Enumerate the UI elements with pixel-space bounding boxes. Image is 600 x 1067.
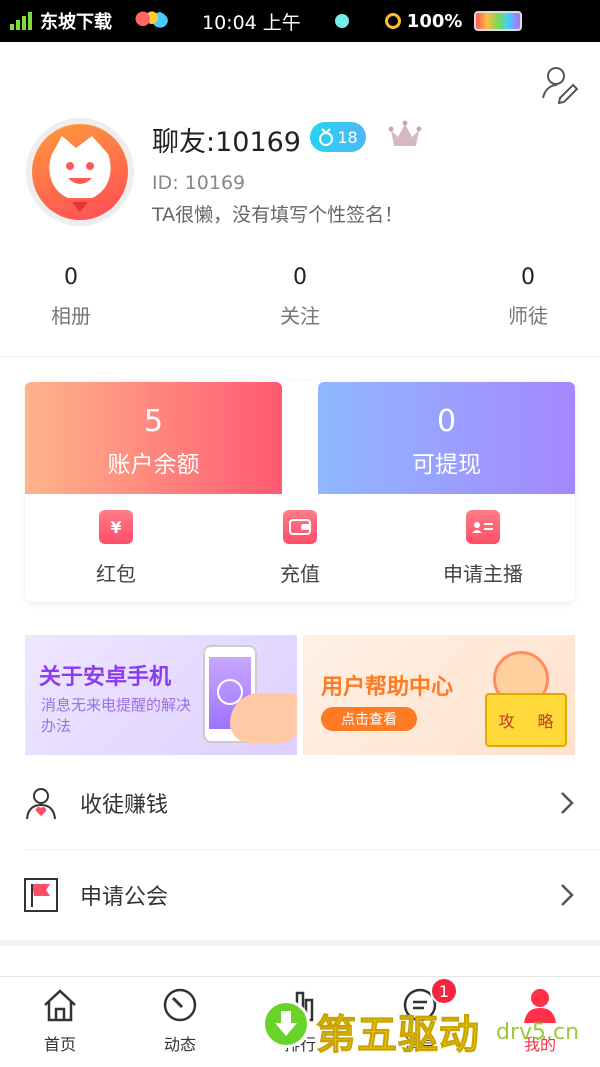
menu-label: 申请公会 — [80, 885, 169, 910]
balance-card[interactable]: 5 账户余额 — [25, 382, 282, 494]
watermark: 第五驱动 drv5.cn — [262, 998, 592, 1059]
signature: TA很懒，没有填写个性签名！ — [152, 204, 404, 226]
nickname: 聊友:10169 — [152, 127, 301, 158]
guide-book-icon: 攻 略 — [485, 693, 567, 747]
clock: 10:04 上午 — [202, 11, 301, 34]
menu-item-guild[interactable]: 申请公会 — [0, 849, 600, 941]
banner-subtitle: 消息无来电提醒的解决办法 — [41, 696, 192, 735]
stat-value: 0 — [293, 265, 307, 290]
medal-icon — [319, 128, 334, 146]
action-label: 充值 — [280, 562, 320, 586]
dial-icon — [163, 988, 197, 1022]
withdraw-value: 0 — [436, 404, 457, 439]
hand-illustration-icon — [230, 693, 297, 743]
withdraw-card[interactable]: 0 可提现 — [318, 382, 575, 494]
android-tips-banner[interactable]: 关于安卓手机 消息无来电提醒的解决办法 — [25, 635, 297, 755]
menu-label: 收徒赚钱 — [80, 793, 169, 818]
wallet-icon — [283, 510, 317, 544]
profile-stats: 0 相册 0 关注 0 师徒 — [0, 265, 600, 345]
carrier-label: 东坡下载 — [40, 12, 112, 33]
balance-value: 5 — [143, 404, 164, 439]
help-center-banner[interactable]: 用户帮助中心 点击查看 攻 略 — [303, 635, 575, 755]
banner-title: 关于安卓手机 — [39, 665, 172, 690]
stat-label: 关注 — [280, 304, 320, 328]
tab-home[interactable]: 首页 — [0, 985, 120, 1055]
id-card-icon — [466, 510, 500, 544]
stat-following[interactable]: 0 关注 — [240, 265, 360, 329]
avatar[interactable] — [26, 118, 134, 226]
avatar-face-icon — [32, 124, 128, 220]
action-label: 红包 — [96, 562, 136, 586]
book-char: 略 — [537, 712, 554, 731]
red-envelope-icon: ¥ — [99, 510, 133, 544]
tab-label: 首页 — [43, 1035, 76, 1054]
withdraw-label: 可提现 — [412, 452, 481, 478]
tab-label: 动态 — [163, 1035, 196, 1054]
location-icon — [384, 13, 401, 29]
book-char: 攻 — [498, 712, 515, 731]
stat-label: 相册 — [51, 304, 91, 328]
battery-percent: 100% — [406, 10, 463, 32]
status-bar: 东坡下载 10:04 上午 100% — [0, 0, 600, 42]
notification-dot-icon — [334, 14, 349, 28]
menu-item-partial[interactable] — [0, 946, 600, 976]
menu-item-apprentice[interactable]: 收徒赚钱 — [0, 757, 600, 849]
banner-title: 用户帮助中心 — [321, 675, 454, 700]
battery-icon — [474, 11, 523, 31]
stat-value: 0 — [521, 265, 535, 290]
recharge-button[interactable]: 充值 — [225, 510, 375, 587]
chevron-right-icon — [561, 884, 574, 906]
balance-label: 账户余额 — [107, 452, 200, 478]
stat-albums[interactable]: 0 相册 — [11, 265, 131, 329]
action-label: 申请主播 — [443, 562, 523, 586]
stat-label: 师徒 — [508, 304, 548, 328]
user-id: ID: 10169 — [152, 172, 246, 194]
flag-icon — [24, 878, 58, 912]
wallet-card: 5 账户余额 0 可提现 ¥ 红包 充值 申请主播 — [25, 382, 575, 602]
signal-icon — [10, 12, 32, 30]
edit-profile-icon[interactable] — [540, 64, 580, 104]
divider — [0, 356, 600, 357]
watermark-text: 第五驱动 — [316, 1012, 480, 1059]
crown-icon[interactable] — [388, 120, 422, 150]
download-arrow-icon — [262, 1000, 310, 1048]
level-badge: 18 — [310, 122, 366, 152]
level-value: 18 — [337, 127, 358, 147]
view-button[interactable]: 点击查看 — [321, 707, 417, 731]
tab-feed[interactable]: 动态 — [120, 985, 240, 1055]
apply-anchor-button[interactable]: 申请主播 — [408, 510, 558, 587]
balloon-icon — [132, 10, 168, 32]
chevron-right-icon — [561, 792, 574, 814]
red-envelope-button[interactable]: ¥ 红包 — [41, 510, 191, 587]
apprentice-icon — [26, 788, 56, 820]
stat-mentorship[interactable]: 0 师徒 — [468, 265, 588, 329]
watermark-domain: drv5.cn — [496, 1020, 580, 1045]
stat-value: 0 — [64, 265, 78, 290]
home-icon — [44, 989, 76, 1022]
